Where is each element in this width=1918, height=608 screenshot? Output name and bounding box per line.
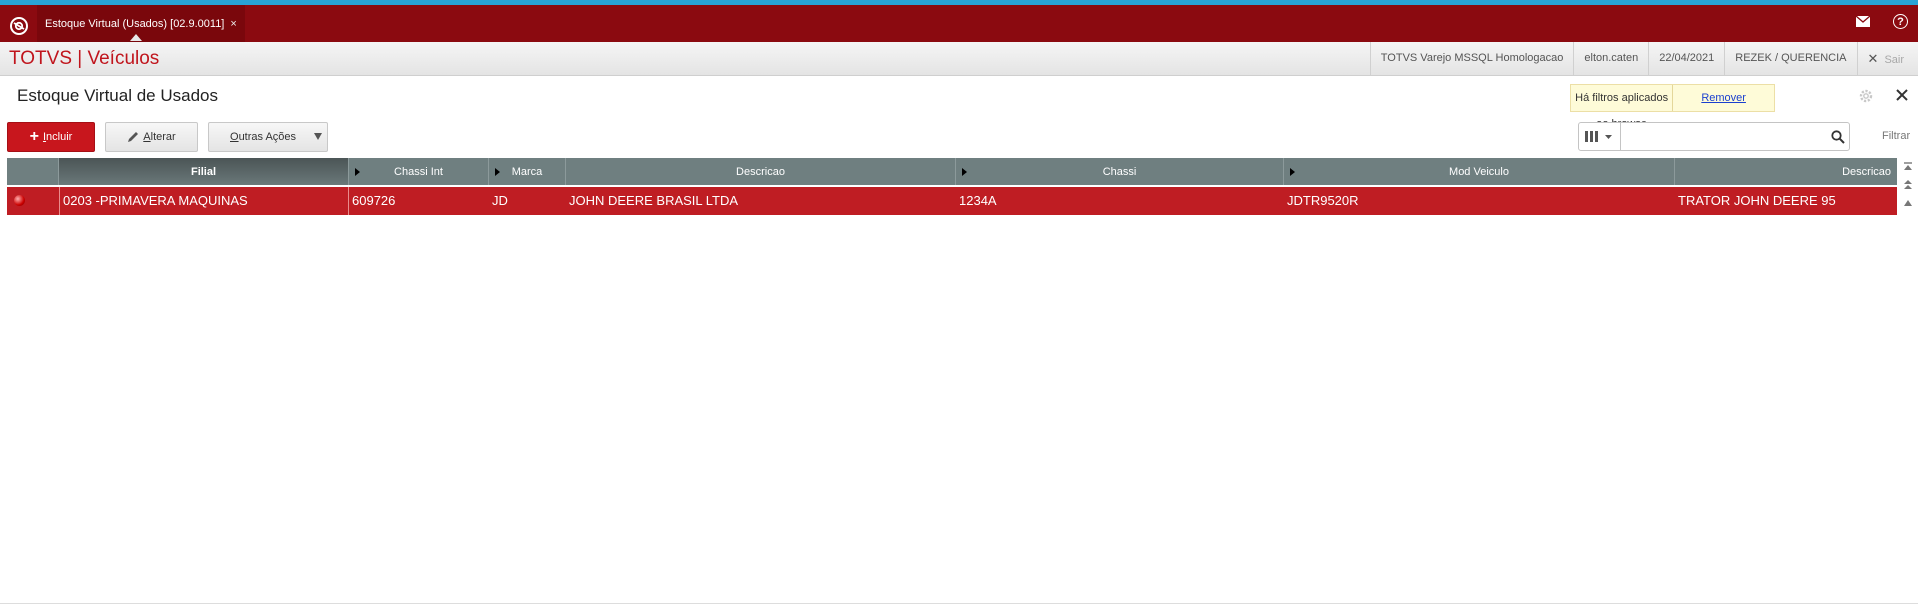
outras-acoes-button[interactable]: Outras Ações <box>208 122 328 152</box>
expand-triangle-icon <box>355 168 360 176</box>
status-legend-icon[interactable] <box>14 195 25 206</box>
logout-button[interactable]: ✕ Sair <box>1856 42 1918 75</box>
help-icon[interactable]: ? <box>1893 14 1908 29</box>
filter-notice: Há filtros aplicados ao browse Remover <box>1570 84 1775 130</box>
tab-label: Estoque Virtual (Usados) [02.9.0011] <box>45 17 225 30</box>
column-header-marca[interactable]: Marca <box>489 158 566 185</box>
active-tab-pointer <box>130 34 142 41</box>
scroll-page-up-icon[interactable] <box>1903 180 1913 190</box>
scroll-up-icon[interactable] <box>1903 198 1913 208</box>
column-header-descricao-2[interactable]: Descricao <box>1675 158 1897 185</box>
filter-notice-message: Há filtros aplicados ao browse <box>1571 85 1674 130</box>
incluir-label: Incluir <box>42 131 73 143</box>
table-row[interactable]: 0203 -PRIMAVERA MAQUINAS 609726 JD JOHN … <box>7 187 1897 215</box>
close-icon[interactable] <box>1894 87 1910 103</box>
session-info: TOTVS Varejo MSSQL Homologacao elton.cat… <box>1369 42 1918 75</box>
vertical-scrollbar[interactable] <box>1900 158 1916 608</box>
cell-chassi: 1234A <box>959 193 997 208</box>
alterar-button[interactable]: Alterar <box>105 122 198 152</box>
user-label: elton.caten <box>1573 42 1648 75</box>
date-label: 22/04/2021 <box>1648 42 1724 75</box>
close-icon: ✕ <box>1867 51 1879 66</box>
bottom-divider <box>0 603 1918 604</box>
search-input[interactable] <box>1623 125 1807 148</box>
cell-mod-veiculo: JDTR9520R <box>1287 193 1359 208</box>
brand-title: TOTVS | Veículos <box>9 48 160 69</box>
legend-column-header[interactable] <box>7 158 59 185</box>
app-logo-icon[interactable] <box>9 16 29 36</box>
column-header-filial[interactable]: Filial <box>59 158 349 185</box>
column-header-chassi-int[interactable]: Chassi Int <box>349 158 489 185</box>
incluir-button[interactable]: + Incluir <box>7 122 95 152</box>
outras-acoes-label: Outras Ações <box>230 131 297 143</box>
logout-label: Sair <box>1884 54 1904 66</box>
filtrar-button[interactable]: Filtrar <box>1882 130 1910 142</box>
expand-triangle-icon <box>962 168 967 176</box>
cell-chassi-int: 609726 <box>352 193 396 208</box>
tab-close-icon[interactable]: × <box>230 18 236 30</box>
cell-filial: 0203 -PRIMAVERA MAQUINAS <box>59 187 349 215</box>
plus-icon: + <box>29 128 39 145</box>
column-header-chassi[interactable]: Chassi <box>956 158 1284 185</box>
grid-header: Filial Chassi Int Marca Descricao Chassi… <box>7 158 1897 185</box>
chevron-down-icon <box>314 133 322 140</box>
scroll-top-icon[interactable] <box>1903 162 1913 172</box>
header-bar: TOTVS | Veículos TOTVS Varejo MSSQL Homo… <box>0 42 1918 76</box>
expand-triangle-icon <box>1290 168 1295 176</box>
remove-filter-link[interactable]: Remover <box>1673 92 1774 104</box>
row-legend-cell[interactable] <box>7 187 59 215</box>
search-icon[interactable] <box>1831 130 1845 144</box>
cell-descricao-2: TRATOR JOHN DEERE 95 <box>1678 193 1836 208</box>
column-selector[interactable] <box>1579 123 1621 150</box>
column-header-mod-veiculo[interactable]: Mod Veiculo <box>1284 158 1675 185</box>
gear-icon[interactable] <box>1858 88 1874 104</box>
cell-marca: JD <box>492 193 508 208</box>
pencil-icon <box>128 132 139 142</box>
company-label: REZEK / QUERENCIA <box>1724 42 1856 75</box>
environment-label: TOTVS Varejo MSSQL Homologacao <box>1369 42 1574 75</box>
cell-descricao: JOHN DEERE BRASIL LTDA <box>569 193 739 208</box>
page-title: Estoque Virtual de Usados <box>17 86 218 105</box>
search-box <box>1578 122 1850 151</box>
expand-triangle-icon <box>495 168 500 176</box>
columns-icon <box>1585 131 1612 142</box>
alterar-label: Alterar <box>143 131 176 143</box>
column-header-descricao[interactable]: Descricao <box>566 158 956 185</box>
mail-icon[interactable] <box>1856 16 1870 27</box>
top-bar <box>0 5 1918 42</box>
